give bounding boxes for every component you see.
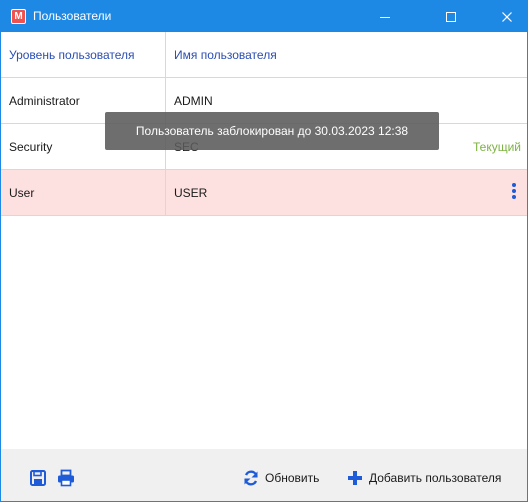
app-icon: М [11, 9, 26, 24]
header-user-level[interactable]: Уровень пользователя [1, 32, 166, 77]
maximize-button[interactable] [431, 1, 471, 32]
footer-toolbar: Обновить Добавить пользователя [1, 449, 527, 501]
title-bar[interactable]: М Пользователи [1, 1, 527, 32]
users-window: М Пользователи Уровень пользователя Имя … [0, 0, 528, 502]
refresh-icon [244, 470, 258, 486]
minimize-icon [380, 16, 390, 18]
locked-user-tooltip: Пользователь заблокирован до 30.03.2023 … [105, 112, 439, 150]
cell-user-level: User [1, 170, 166, 215]
refresh-button[interactable]: Обновить [243, 468, 319, 488]
add-user-label: Добавить пользователя [369, 471, 502, 485]
refresh-label: Обновить [265, 471, 320, 485]
cell-user-name: USER [174, 185, 208, 200]
table-row-selected[interactable]: User USER [1, 170, 527, 216]
save-icon[interactable] [29, 469, 47, 487]
header-user-name[interactable]: Имя пользователя [166, 32, 527, 77]
maximize-icon [446, 11, 456, 22]
window-title: Пользователи [33, 9, 112, 23]
close-button[interactable] [487, 1, 527, 32]
table-header: Уровень пользователя Имя пользователя [1, 32, 527, 78]
print-icon[interactable] [57, 469, 75, 487]
current-user-badge: Текущий [473, 139, 521, 154]
add-user-button[interactable]: Добавить пользователя [347, 468, 501, 488]
minimize-button[interactable] [365, 1, 405, 32]
row-menu-icon[interactable] [511, 183, 517, 203]
plus-icon [348, 471, 362, 485]
close-icon [502, 11, 512, 22]
